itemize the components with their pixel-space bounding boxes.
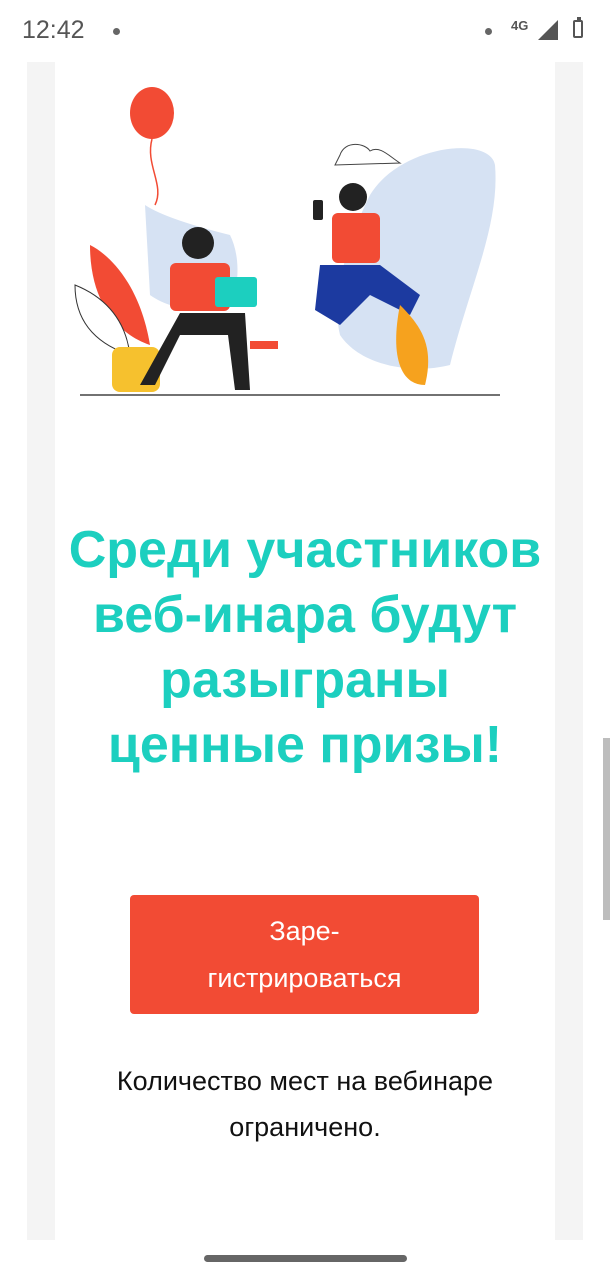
status-time: 12:42 xyxy=(22,16,85,44)
seats-limited-note: Количество мест на вебинаре ограничено. xyxy=(116,1066,494,1142)
register-button[interactable]: Заре-гистрироваться xyxy=(130,895,479,1014)
home-gesture-bar[interactable] xyxy=(204,1255,407,1262)
scrollbar[interactable] xyxy=(603,738,610,920)
notification-dot-icon xyxy=(113,28,120,35)
webinar-illustration xyxy=(74,87,500,396)
page-margin-right xyxy=(555,62,583,1240)
page-margin-left xyxy=(27,62,55,1240)
signal-icon xyxy=(538,20,558,40)
page-heading: Среди участников веб-инара будут разыгра… xyxy=(68,521,542,774)
status-bar: 12:42 4G xyxy=(0,0,610,60)
battery-icon xyxy=(573,17,583,38)
network-type: 4G xyxy=(511,18,529,33)
notification-dot-icon xyxy=(485,28,492,35)
register-button-label: Заре-гистрироваться xyxy=(207,915,402,993)
